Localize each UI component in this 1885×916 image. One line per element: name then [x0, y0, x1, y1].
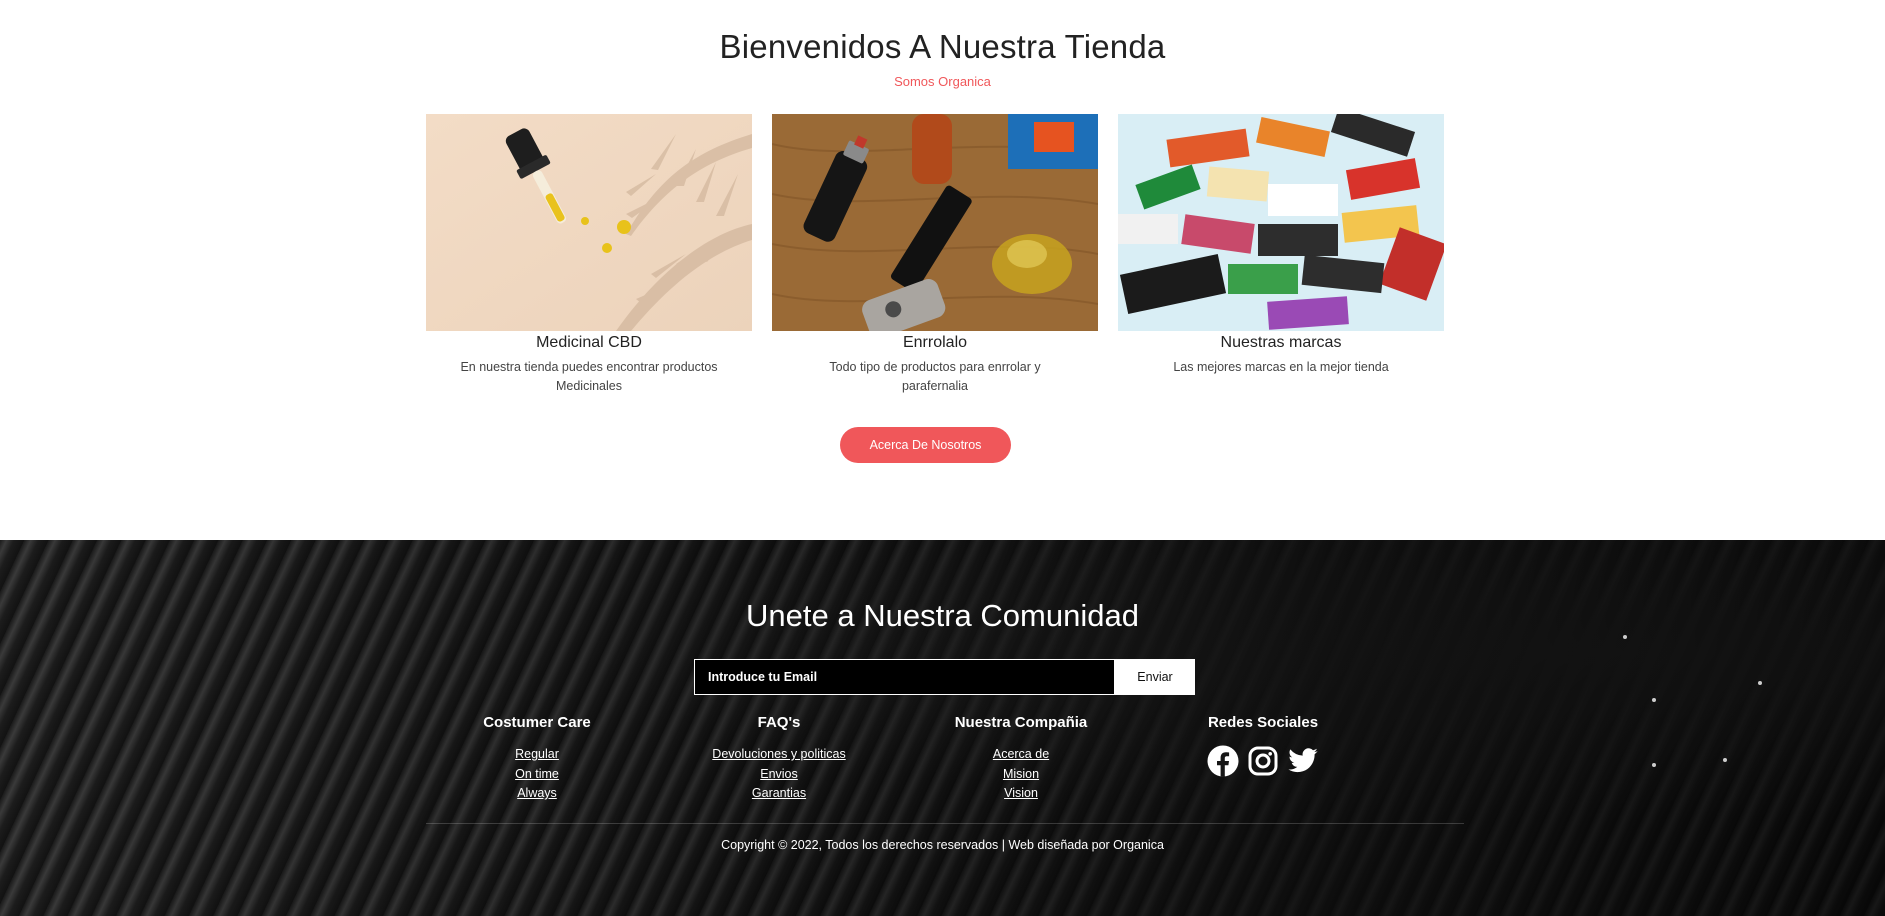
card-title: Medicinal CBD — [536, 334, 642, 351]
facebook-icon[interactable] — [1207, 745, 1239, 777]
sparkle-decoration — [1623, 635, 1627, 639]
sparkle-decoration — [1723, 758, 1727, 762]
card-medicinal-cbd[interactable]: Medicinal CBD En nuestra tienda puedes e… — [426, 114, 752, 396]
footer-link-acerca-de[interactable]: Acerca de — [921, 745, 1121, 765]
footer-link-always[interactable]: Always — [437, 784, 637, 804]
page-subtitle: Somos Organica — [894, 74, 991, 89]
category-cards: Medicinal CBD En nuestra tienda puedes e… — [426, 114, 1444, 404]
footer-link-mision[interactable]: Mision — [921, 765, 1121, 785]
newsletter-form: Enviar — [694, 659, 1195, 695]
column-heading: Costumer Care — [483, 714, 591, 731]
page-title: Bienvenidos A Nuestra Tienda — [719, 28, 1166, 65]
rolling-papers-brands-image — [1118, 114, 1444, 331]
footer-divider — [426, 823, 1464, 824]
footer: Unete a Nuestra Comunidad Enviar Costume… — [0, 540, 1885, 916]
footer-link-regular[interactable]: Regular — [437, 745, 637, 765]
card-description: Todo tipo de productos para enrrolar y p… — [829, 360, 1041, 393]
send-button[interactable]: Enviar — [1115, 659, 1195, 695]
sparkle-decoration — [1652, 698, 1656, 702]
welcome-section: Bienvenidos A Nuestra Tienda Somos Organ… — [0, 0, 1885, 540]
column-heading: FAQ's — [757, 714, 801, 731]
card-description: Las mejores marcas en la mejor tienda — [1173, 360, 1389, 374]
footer-column-costumer-care: Costumer Care Regular On time Always — [437, 714, 637, 804]
card-title: Enrrolalo — [902, 334, 968, 351]
email-input[interactable] — [694, 659, 1115, 695]
card-enrrolalo[interactable]: Enrrolalo Todo tipo de productos para en… — [772, 114, 1098, 396]
sparkle-decoration — [1758, 681, 1762, 685]
footer-link-garantias[interactable]: Garantias — [679, 784, 879, 804]
copyright-text: Copyright © 2022, Todos los derechos res… — [721, 838, 1164, 852]
card-nuestras-marcas[interactable]: Nuestras marcas Las mejores marcas en la… — [1118, 114, 1444, 377]
twitter-icon[interactable] — [1287, 745, 1319, 777]
social-icons — [1163, 745, 1363, 777]
card-description: En nuestra tienda puedes encontrar produ… — [460, 360, 718, 393]
footer-column-nuestra-compania: Nuestra Compañia Acerca de Mision Vision — [921, 714, 1121, 804]
column-heading: Nuestra Compañia — [954, 714, 1088, 731]
about-us-button[interactable]: Acerca De Nosotros — [840, 427, 1011, 463]
footer-link-on-time[interactable]: On time — [437, 765, 637, 785]
footer-link-envios[interactable]: Envios — [679, 765, 879, 785]
card-title: Nuestras marcas — [1220, 334, 1342, 351]
smoking-accessories-image — [772, 114, 1098, 331]
footer-link-devoluciones[interactable]: Devoluciones y politicas — [679, 745, 879, 765]
footer-column-redes-sociales: Redes Sociales — [1163, 714, 1363, 777]
footer-link-vision[interactable]: Vision — [921, 784, 1121, 804]
column-heading: Redes Sociales — [1207, 714, 1319, 731]
instagram-icon[interactable] — [1247, 745, 1279, 777]
community-title: Unete a Nuestra Comunidad — [746, 598, 1139, 633]
footer-column-faqs: FAQ's Devoluciones y politicas Envios Ga… — [679, 714, 879, 804]
sparkle-decoration — [1652, 763, 1656, 767]
cbd-dropper-image — [426, 114, 752, 331]
